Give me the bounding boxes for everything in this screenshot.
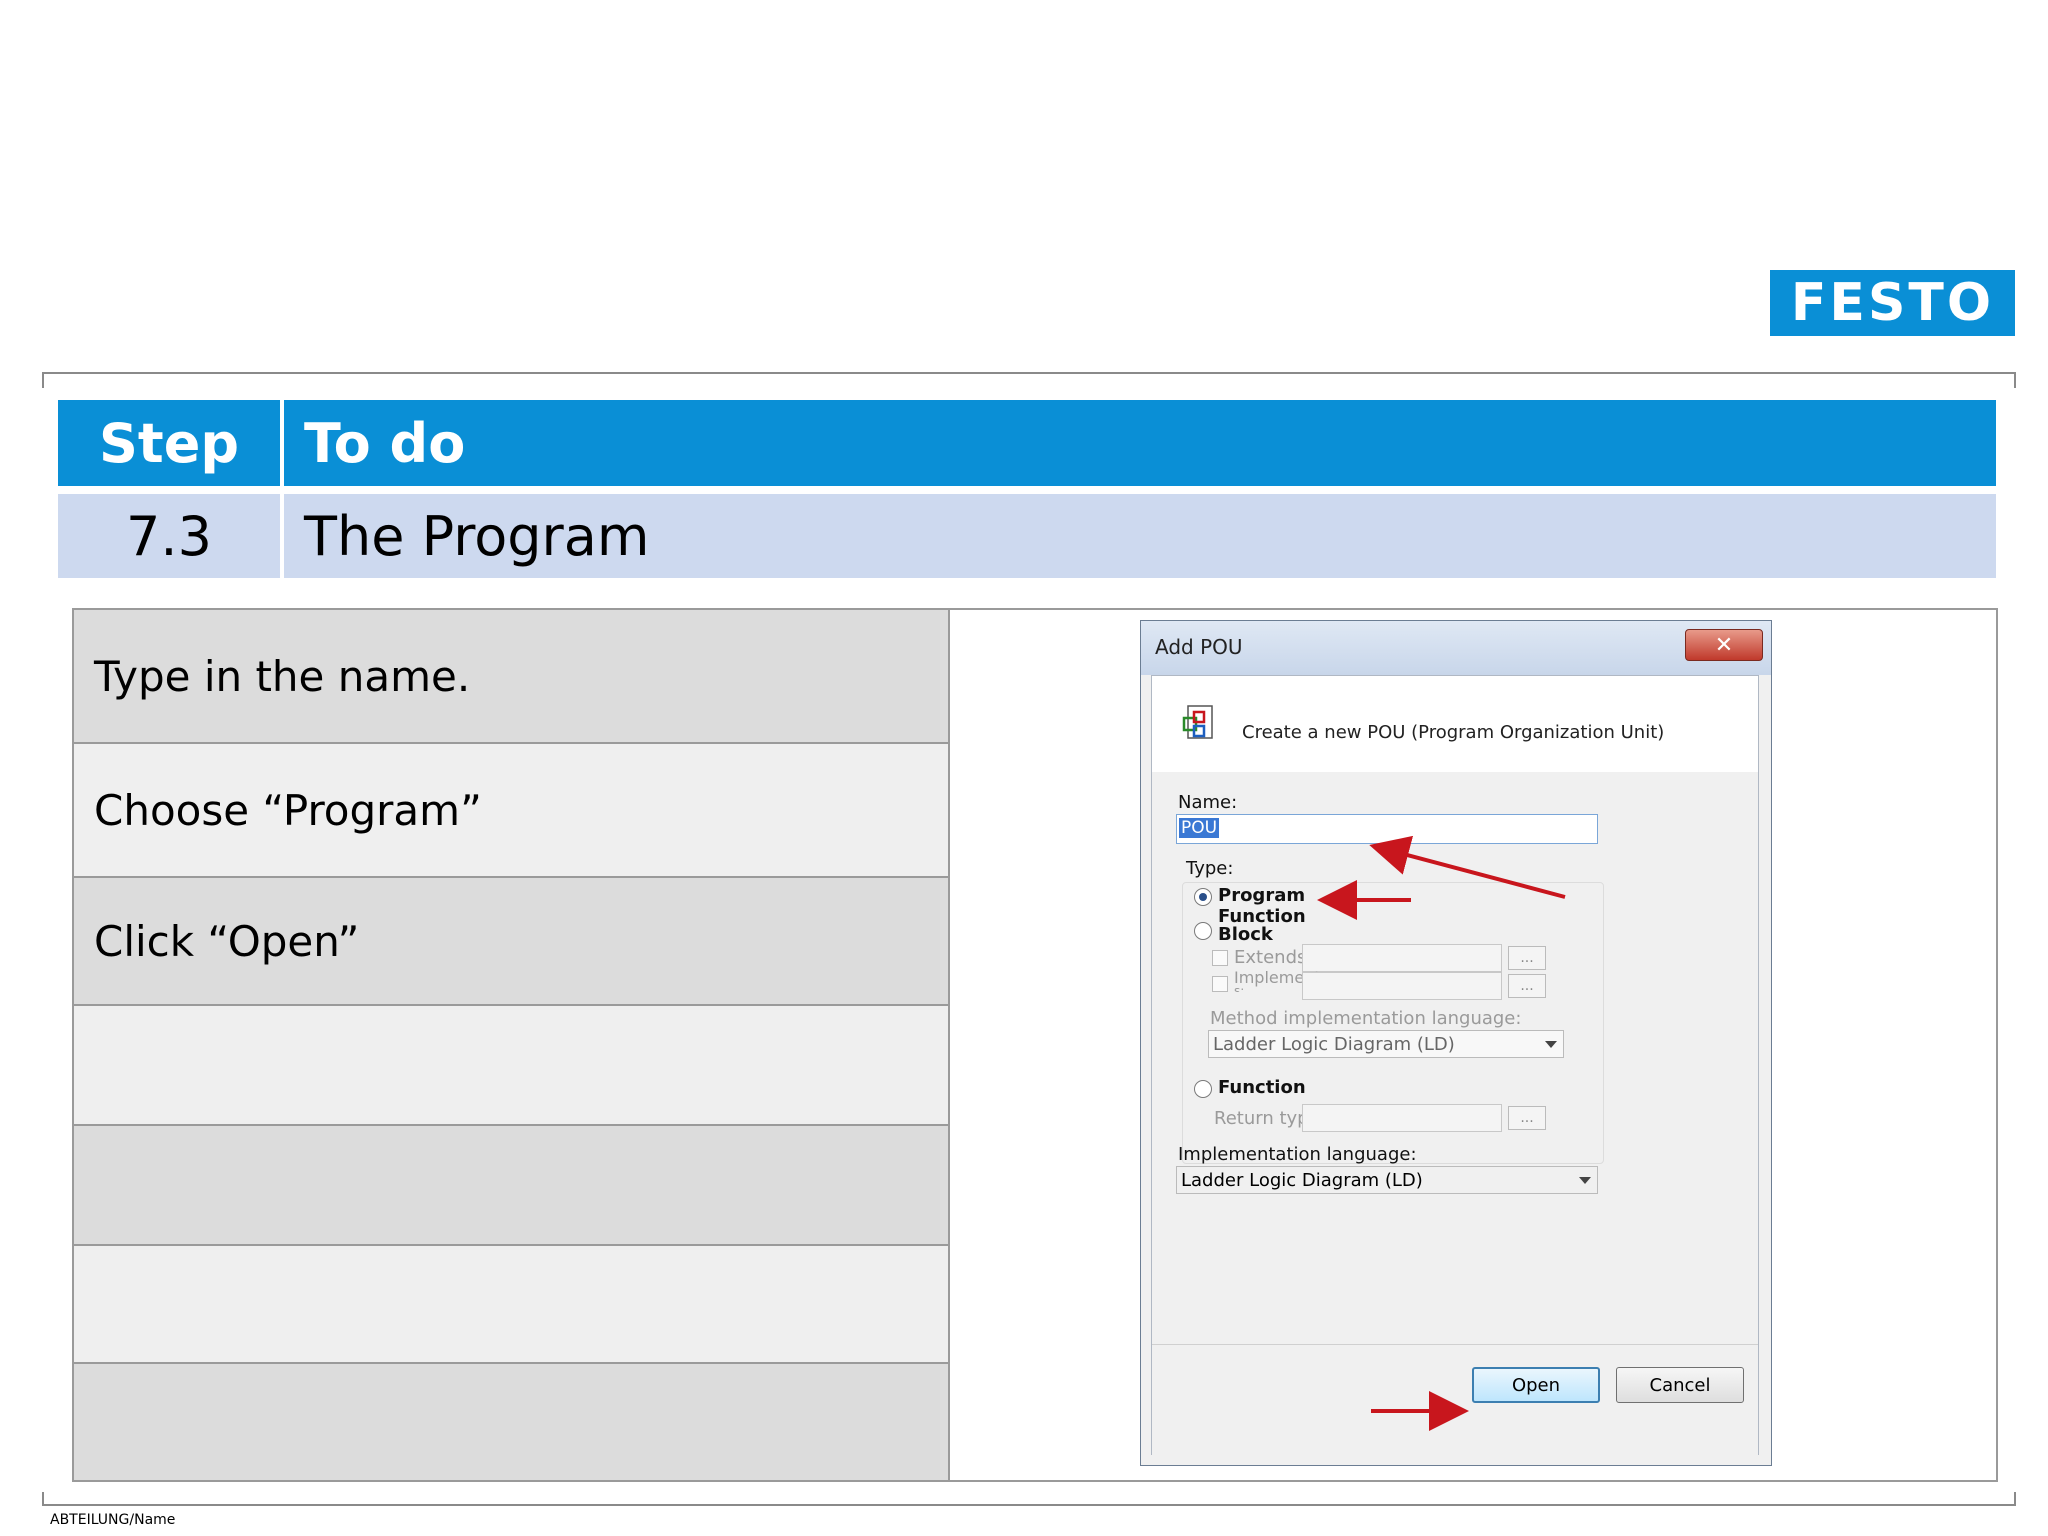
dialog-content: Create a new POU (Program Organization U… xyxy=(1151,675,1759,1455)
step-header: Step xyxy=(99,411,239,475)
return-type-browse-button[interactable]: ... xyxy=(1508,1106,1546,1130)
bottom-rule xyxy=(42,1492,2016,1506)
implements-checkbox[interactable] xyxy=(1212,976,1228,992)
close-button[interactable]: ✕ xyxy=(1685,629,1763,661)
close-icon: ✕ xyxy=(1714,632,1734,658)
todo-header: To do xyxy=(304,411,466,475)
function-label: Function xyxy=(1218,1077,1306,1098)
banner-text: Create a new POU (Program Organization U… xyxy=(1242,722,1665,743)
dialog-title: Add POU xyxy=(1155,635,1243,659)
step-subheader: 7.3 The Program xyxy=(58,494,1996,578)
extends-checkbox[interactable] xyxy=(1212,950,1228,966)
logo-text: FESTO xyxy=(1790,273,1995,333)
impl-lang-value: Ladder Logic Diagram (LD) xyxy=(1181,1169,1423,1191)
table-header: Step To do xyxy=(58,400,1996,486)
cancel-button[interactable]: Cancel xyxy=(1616,1367,1744,1403)
name-label: Name: xyxy=(1178,792,1238,813)
extends-label: Extends: xyxy=(1234,947,1313,968)
extends-browse-button[interactable]: ... xyxy=(1508,946,1546,970)
ellipsis: ... xyxy=(1520,978,1534,994)
open-button[interactable]: Open xyxy=(1472,1367,1600,1403)
instruction-text: Choose “Program” xyxy=(94,785,482,835)
subheader-divider xyxy=(280,494,284,578)
radio-function-block[interactable] xyxy=(1194,922,1212,940)
chevron-down-icon xyxy=(1545,1041,1557,1048)
rule-tick xyxy=(42,1492,44,1506)
ellipsis: ... xyxy=(1520,950,1534,966)
radio-function[interactable] xyxy=(1194,1080,1212,1098)
instruction-row xyxy=(74,1006,948,1126)
pou-icon xyxy=(1182,705,1213,739)
rule-tick xyxy=(2014,1492,2016,1506)
function-block-label-2: Block xyxy=(1218,924,1273,942)
type-label: Type: xyxy=(1186,858,1234,879)
dialog-titlebar: Add POU ✕ xyxy=(1141,621,1771,675)
instruction-row: Type in the name. xyxy=(74,610,948,744)
dialog-body: Name: POU Type: Program Function Block E… xyxy=(1152,772,1758,1344)
impl-lang-select[interactable]: Ladder Logic Diagram (LD) xyxy=(1176,1166,1598,1194)
step-title: The Program xyxy=(304,504,650,568)
impl-lang-label: Implementation language: xyxy=(1178,1144,1417,1165)
instruction-text: Click “Open” xyxy=(94,916,360,966)
method-lang-label: Method implementation language: xyxy=(1210,1008,1522,1029)
cancel-label: Cancel xyxy=(1649,1374,1711,1396)
implements-input[interactable] xyxy=(1302,972,1502,1000)
instruction-row: Click “Open” xyxy=(74,878,948,1006)
instruction-row xyxy=(74,1126,948,1246)
instruction-row xyxy=(74,1246,948,1364)
return-type-input[interactable] xyxy=(1302,1104,1502,1132)
instruction-row: Choose “Program” xyxy=(74,744,948,878)
dialog-footer: Open Cancel xyxy=(1152,1344,1758,1455)
rule-tick xyxy=(2014,374,2016,388)
radio-program[interactable] xyxy=(1194,888,1212,906)
instruction-column: Type in the name. Choose “Program” Click… xyxy=(74,610,950,1480)
rule-tick xyxy=(42,374,44,388)
open-label: Open xyxy=(1511,1374,1561,1396)
dialog-banner: Create a new POU (Program Organization U… xyxy=(1152,676,1758,773)
chevron-down-icon xyxy=(1579,1177,1591,1184)
add-pou-dialog: Add POU ✕ Create a new POU (Program Orga… xyxy=(1140,620,1772,1466)
instruction-text: Type in the name. xyxy=(94,651,471,701)
implements-suffix: s: xyxy=(1234,984,1245,992)
name-input[interactable]: POU xyxy=(1176,814,1598,844)
step-number: 7.3 xyxy=(126,504,212,568)
implements-browse-button[interactable]: ... xyxy=(1508,974,1546,998)
ellipsis: ... xyxy=(1520,1110,1534,1126)
program-label: Program xyxy=(1218,885,1306,906)
department-footer: ABTEILUNG/Name xyxy=(50,1512,176,1528)
instruction-row xyxy=(74,1364,948,1480)
name-value: POU xyxy=(1179,818,1220,838)
method-lang-value: Ladder Logic Diagram (LD) xyxy=(1213,1033,1455,1055)
extends-input[interactable] xyxy=(1302,944,1502,972)
method-lang-select[interactable]: Ladder Logic Diagram (LD) xyxy=(1208,1030,1564,1058)
top-rule xyxy=(42,372,2016,388)
header-divider xyxy=(280,400,284,486)
festo-logo: FESTO xyxy=(1770,270,2015,336)
